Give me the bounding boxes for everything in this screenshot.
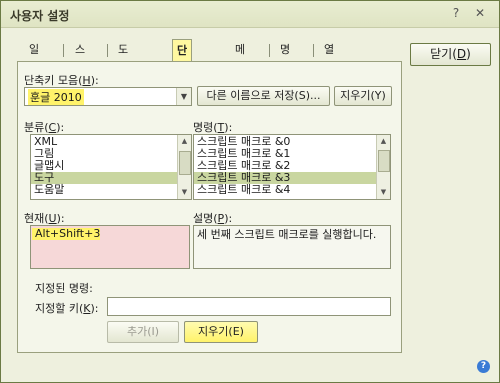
tab-open-box[interactable]: 열림 상자	[320, 41, 338, 110]
category-label-text: 분류	[24, 121, 45, 134]
key-to-assign-label-text: 지정할 키	[35, 302, 79, 315]
category-mnemonic: C	[48, 121, 57, 134]
description-label: 설명(P):	[193, 212, 233, 225]
remove-shortcut-button[interactable]: 지우기(E)	[184, 321, 258, 343]
scroll-thumb[interactable]	[179, 151, 191, 175]
category-scrollbar[interactable]: ▲ ▼	[177, 135, 191, 199]
help-icon[interactable]: ?	[448, 5, 464, 21]
command-label-text: 명령	[193, 121, 214, 134]
close-icon[interactable]: ✕	[472, 5, 488, 21]
scroll-down-icon[interactable]: ▼	[178, 186, 191, 199]
tab-shortcuts[interactable]: 단축키	[172, 39, 193, 99]
list-item[interactable]: 도움말	[31, 184, 64, 196]
tab-separator	[269, 44, 270, 57]
scroll-up-icon[interactable]: ▲	[377, 135, 390, 148]
description-box: 세 번째 스크립트 매크로를 실행합니다.	[193, 225, 391, 269]
chevron-down-icon[interactable]: ▼	[176, 88, 191, 105]
tab-general[interactable]: 일반	[25, 41, 43, 74]
tab-skin[interactable]: 스킨	[71, 41, 89, 74]
assigned-command-label: 지정된 명령:	[35, 282, 93, 295]
shortcut-set-label: 단축키 모음(H):	[24, 74, 99, 87]
tab-separator	[107, 44, 108, 57]
tab-menu[interactable]: 메뉴	[231, 41, 249, 74]
command-scrollbar[interactable]: ▲ ▼	[376, 135, 390, 199]
question-icon[interactable]: ?	[477, 360, 490, 373]
category-list[interactable]: XML 그림 글맵시 도구 도움말 ▲ ▼	[30, 134, 192, 200]
description-text: 세 번째 스크립트 매크로를 실행합니다.	[197, 228, 377, 241]
tab-toolbox[interactable]: 도구 상자	[114, 41, 132, 110]
shortcut-set-value: 훈글 2010	[28, 89, 84, 105]
tab-commands[interactable]: 명령	[276, 41, 294, 74]
key-to-assign-input[interactable]	[107, 297, 391, 316]
command-list[interactable]: 스크립트 매크로 &0 스크립트 매크로 &1 스크립트 매크로 &2 스크립트…	[193, 134, 391, 200]
current-label: 현재(U):	[24, 212, 65, 225]
window-title: 사용자 설정	[10, 9, 70, 23]
current-shortcut-item[interactable]: Alt+Shift+3	[32, 228, 101, 240]
command-label: 명령(T):	[193, 121, 233, 134]
current-shortcut-list[interactable]: Alt+Shift+3	[30, 225, 190, 269]
close-button-label: 닫기	[430, 47, 453, 61]
description-mnemonic: P	[217, 212, 225, 225]
add-button[interactable]: 추가(I)	[107, 321, 179, 343]
save-as-button[interactable]: 다른 이름으로 저장(S)...	[197, 86, 330, 106]
shortcut-set-mnemonic: H	[82, 74, 91, 87]
shortcut-set-label-text: 단축키 모음	[24, 74, 79, 87]
command-mnemonic: T	[217, 121, 225, 134]
key-to-assign-mnemonic: K	[83, 302, 91, 315]
key-to-assign-label: 지정할 키(K):	[35, 302, 99, 315]
description-label-text: 설명	[193, 212, 214, 225]
tab-separator	[63, 44, 64, 57]
current-mnemonic: U	[48, 212, 57, 225]
shortcut-set-combo[interactable]: 훈글 2010 ▼	[24, 87, 192, 106]
close-button-mnemonic: D	[456, 47, 467, 61]
delete-set-button[interactable]: 지우기(Y)	[334, 86, 392, 106]
settings-dialog: 사용자 설정 ? ✕ 일반 스킨 도구 상자 단축키 메뉴 명령 열림 상자 닫…	[0, 0, 500, 383]
scroll-down-icon[interactable]: ▼	[377, 186, 390, 199]
current-label-text: 현재	[24, 212, 45, 225]
close-button[interactable]: 닫기(D)	[410, 43, 491, 66]
title-bar: 사용자 설정 ? ✕	[1, 1, 499, 28]
scroll-thumb[interactable]	[378, 150, 390, 172]
scroll-up-icon[interactable]: ▲	[178, 135, 191, 148]
category-label: 분류(C):	[24, 121, 65, 134]
tab-separator	[313, 44, 314, 57]
list-item[interactable]: 스크립트 매크로 &4	[194, 184, 290, 196]
